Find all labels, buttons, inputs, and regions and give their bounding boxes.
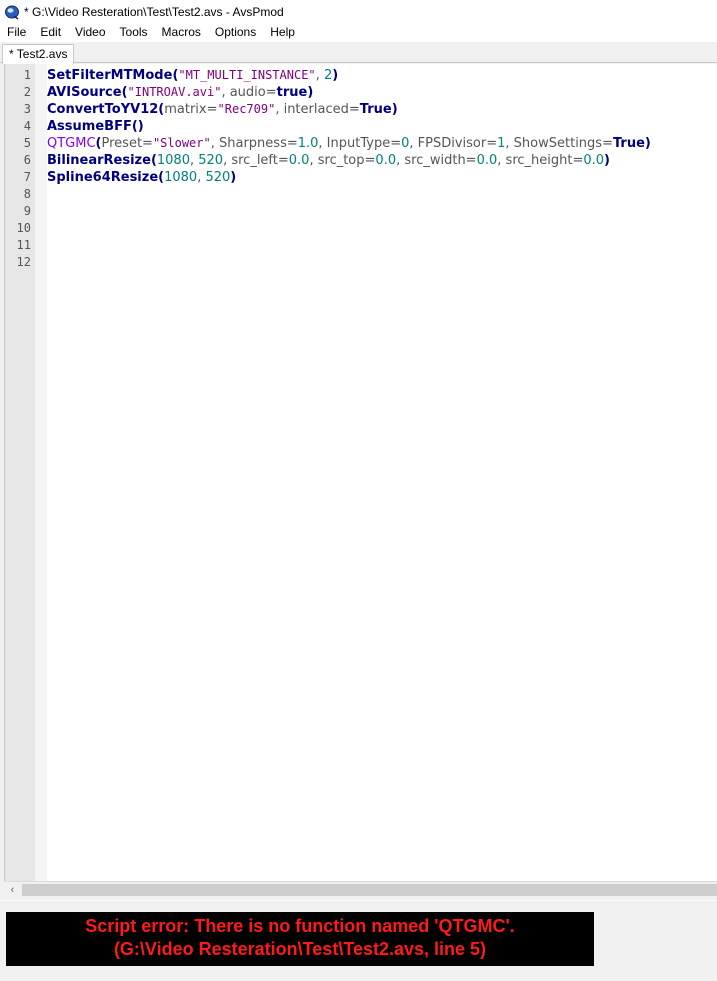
menu-bar: File Edit Video Tools Macros Options Hel… [0,23,717,42]
code-line[interactable]: ConvertToYV12(matrix="Rec709", interlace… [47,101,398,118]
code-token: Preset= [101,136,153,151]
code-token: true [276,85,308,100]
code-line[interactable]: Spline64Resize(1080, 520) [47,169,236,186]
line-number: 11 [16,238,31,252]
code-token: 0.0 [375,153,397,168]
code-token: ) [604,153,610,168]
code-token: 0.0 [583,153,605,168]
scroll-left-icon[interactable]: ‹ [4,882,21,899]
menu-edit[interactable]: Edit [33,23,68,42]
line-number: 6 [23,153,31,167]
code-line[interactable]: BilinearResize(1080, 520, src_left=0.0, … [47,152,610,169]
code-token: matrix= [164,102,218,117]
code-token: 520 [205,170,231,185]
panel-splitter[interactable] [0,900,717,904]
code-token: QTGMC [47,136,96,151]
code-token: "INTROAV.avi" [127,85,222,99]
code-token: "Slower" [152,136,211,150]
error-message: Script error: There is no function named… [85,916,515,936]
window-title: * G:\Video Resteration\Test\Test2.avs - … [24,4,284,19]
code-line[interactable]: QTGMC(Preset="Slower", Sharpness=1.0, In… [47,135,651,152]
code-token: ConvertToYV12 [47,102,159,117]
line-number: 5 [23,136,31,150]
code-token: , src_top= [309,153,376,168]
code-token: , src_height= [497,153,584,168]
code-token: ) [230,170,237,185]
title-bar: * G:\Video Resteration\Test\Test2.avs - … [0,0,717,23]
avspmod-app-icon[interactable] [4,4,20,20]
code-line[interactable]: SetFilterMTMode("MT_MULTI_INSTANCE", 2) [47,67,338,84]
code-token: , [315,68,324,83]
code-token: , InputType= [318,136,402,151]
fold-margin[interactable] [35,64,47,881]
code-token: 1080 [156,153,190,168]
code-token: , Sharpness= [210,136,298,151]
script-editor[interactable]: 1 2 3 4 5 6 7 8 9 10 11 12 SetFilterMTMode("MT_MULT… [4,64,717,881]
code-token: 1080 [164,170,198,185]
line-number: 3 [23,102,31,116]
menu-tools[interactable]: Tools [113,23,155,42]
code-token: 0.0 [288,153,310,168]
code-token: BilinearResize [47,153,151,168]
code-line[interactable]: AVISource("INTROAV.avi", audio=true) [47,84,313,101]
menu-macros[interactable]: Macros [155,23,208,42]
line-number: 9 [23,204,31,218]
code-token: Spline64Resize [47,170,159,185]
menu-options[interactable]: Options [208,23,263,42]
code-line[interactable]: AssumeBFF() [47,118,144,135]
preview-panel: Script error: There is no function named… [0,905,717,981]
menu-help[interactable]: Help [263,23,302,42]
code-token: , [189,153,199,168]
script-error-box: Script error: There is no function named… [6,912,594,966]
line-number: 4 [23,119,31,133]
line-number: 7 [23,170,31,184]
menu-video[interactable]: Video [68,23,112,42]
tab-test2-avs[interactable]: * Test2.avs [2,44,75,64]
menu-file[interactable]: File [0,23,33,42]
line-number: 12 [16,255,31,269]
code-token: "Rec709" [217,102,276,116]
code-token: , audio= [221,85,277,100]
line-number: 10 [16,221,31,235]
code-token: , src_width= [396,153,477,168]
code-token: 0.0 [476,153,498,168]
code-token: ) [332,68,339,83]
code-token: , interlaced= [275,102,360,117]
code-token: 1.0 [297,136,319,151]
code-token: , FPSDivisor= [409,136,498,151]
code-token: , src_left= [223,153,289,168]
code-token: ) [391,102,398,117]
code-token: 2 [323,68,333,83]
code-token: True [612,136,645,151]
code-token: AssumeBFF [47,119,132,134]
horizontal-scrollbar[interactable]: ‹ [4,881,717,898]
scrollbar-thumb[interactable] [22,884,717,896]
code-token: True [359,102,392,117]
line-number: 1 [23,68,31,82]
code-token: ) [307,85,314,100]
line-number: 2 [23,85,31,99]
code-token: 520 [198,153,224,168]
tab-strip: * Test2.avs [0,42,717,64]
code-token: SetFilterMTMode [47,68,173,83]
code-token: , ShowSettings= [505,136,613,151]
code-token: () [131,119,144,134]
line-number: 8 [23,187,31,201]
code-token: AVISource [47,85,122,100]
error-location: (G:\Video Resteration\Test\Test2.avs, li… [113,939,487,959]
code-token: ) [644,136,651,151]
code-token: "MT_MULTI_INSTANCE" [178,68,316,82]
